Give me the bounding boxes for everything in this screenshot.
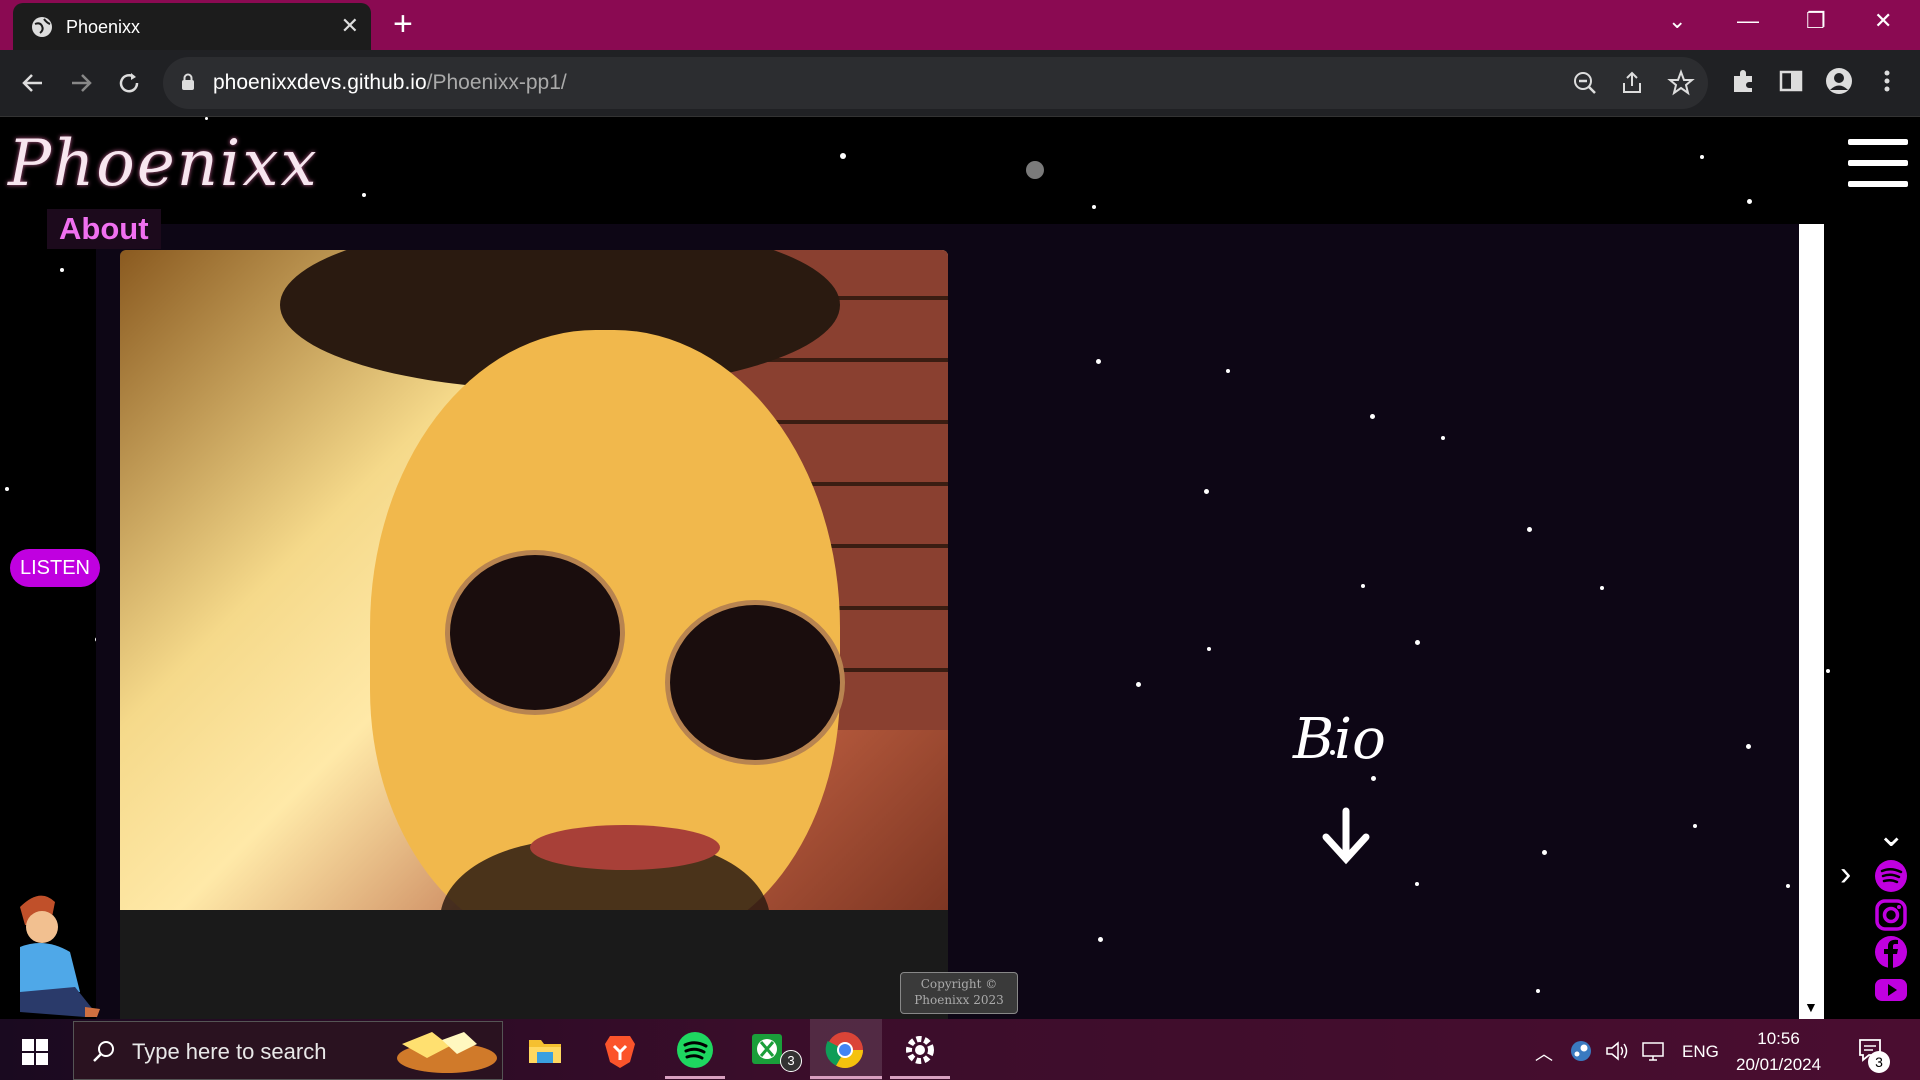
spotify-app-icon[interactable] (675, 1030, 715, 1070)
star (1746, 744, 1751, 749)
youtube-icon[interactable] (1874, 973, 1908, 1007)
instagram-icon[interactable] (1874, 898, 1908, 932)
taskbar-search-box[interactable]: Type here to search (73, 1021, 503, 1080)
star (1204, 489, 1209, 494)
about-section-tab[interactable]: About (47, 209, 161, 249)
forward-icon[interactable] (66, 68, 96, 98)
profile-icon[interactable] (1824, 66, 1854, 96)
star (1415, 640, 1420, 645)
facebook-icon[interactable] (1874, 935, 1908, 969)
globe-icon (32, 17, 52, 37)
back-icon[interactable] (18, 68, 48, 98)
scroll-down-arrow-icon[interactable]: ▼ (1804, 999, 1818, 1015)
minimize-button[interactable]: — (1737, 8, 1759, 34)
settings-running-indicator (890, 1076, 950, 1079)
star (1092, 205, 1096, 209)
star (1747, 199, 1752, 204)
page-viewport: Phoenixx About ▼ Bio LISTEN Copyright © … (0, 117, 1920, 1019)
star (362, 193, 366, 197)
star (1600, 586, 1604, 590)
bio-heading: Bio (1293, 707, 1386, 772)
close-window-button[interactable]: ✕ (1874, 8, 1892, 34)
star (1826, 669, 1830, 673)
star (1536, 989, 1540, 993)
spotify-running-indicator (665, 1076, 725, 1079)
new-tab-button[interactable]: + (393, 7, 413, 41)
windows-start-icon[interactable] (22, 1039, 48, 1065)
clock-time: 10:56 (1757, 1029, 1800, 1048)
star (1096, 359, 1101, 364)
star (5, 487, 9, 491)
site-logo[interactable]: Phoenixx (8, 127, 319, 201)
steam-icon[interactable] (1570, 1040, 1592, 1062)
avatar-illustration (20, 895, 100, 1017)
tab-search-icon[interactable]: ⌄ (1668, 8, 1686, 34)
star (1415, 882, 1419, 886)
panel-scrollbar[interactable] (1799, 224, 1824, 1019)
chrome-running-indicator (810, 1076, 882, 1079)
star (1527, 527, 1532, 532)
clock-date: 20/01/2024 (1736, 1055, 1822, 1074)
chrome-app-icon[interactable] (825, 1030, 865, 1070)
system-clock[interactable]: 10:56 20/01/2024 (1736, 1026, 1821, 1078)
chevron-down-icon[interactable]: ⌄ (1877, 815, 1906, 855)
input-language[interactable]: ENG (1682, 1042, 1719, 1062)
restore-button[interactable]: ❐ (1806, 8, 1826, 34)
star (1700, 155, 1704, 159)
star (840, 153, 846, 159)
notification-badge: 3 (1868, 1051, 1890, 1073)
star (1098, 937, 1103, 942)
browser-tab-strip: Phoenixx ✕ + ⌄ — ❐ ✕ (0, 0, 1920, 50)
brave-browser-icon[interactable] (600, 1030, 640, 1070)
star (1542, 850, 1547, 855)
star (1207, 647, 1211, 651)
share-icon[interactable] (1619, 69, 1647, 97)
star (1441, 436, 1445, 440)
moon-dot (1026, 161, 1044, 179)
file-explorer-icon[interactable] (525, 1030, 565, 1070)
copyright-line-1: Copyright © (920, 977, 998, 991)
down-arrow-icon[interactable] (1318, 807, 1374, 867)
star (1226, 369, 1230, 373)
listen-button[interactable]: LISTEN (10, 549, 100, 587)
profile-photo (120, 250, 948, 1019)
star (1136, 682, 1141, 687)
star (1693, 824, 1697, 828)
network-icon[interactable] (1641, 1040, 1667, 1062)
url-host: phoenixxdevs.github.io (213, 71, 427, 94)
star (1361, 584, 1365, 588)
bookmark-star-icon[interactable] (1667, 69, 1695, 97)
browser-tab[interactable]: Phoenixx ✕ (13, 3, 371, 50)
copyright-badge: Copyright © Phoenixx 2023 (900, 972, 1018, 1014)
search-placeholder: Type here to search (132, 1039, 327, 1064)
lock-icon (182, 73, 194, 90)
browser-menu-icon[interactable] (1872, 66, 1902, 96)
spotify-icon[interactable] (1874, 859, 1908, 893)
star (1786, 884, 1790, 888)
star (205, 117, 208, 120)
zoom-out-icon[interactable] (1571, 69, 1599, 97)
search-icon (93, 1041, 114, 1062)
tab-close-icon[interactable]: ✕ (341, 13, 359, 39)
url-text: phoenixxdevs.github.io/Phoenixx-pp1/ (213, 71, 567, 95)
extensions-icon[interactable] (1728, 66, 1758, 96)
settings-gear-icon[interactable] (900, 1030, 940, 1070)
chevron-right-icon[interactable]: › (1840, 855, 1851, 894)
copyright-line-2: Phoenixx 2023 (914, 993, 1004, 1007)
star (1371, 776, 1376, 781)
tab-title: Phoenixx (66, 17, 141, 37)
xbox-badge: 3 (780, 1050, 802, 1072)
side-panel-icon[interactable] (1776, 66, 1806, 96)
hamburger-menu-icon[interactable] (1848, 139, 1908, 195)
star (60, 268, 64, 272)
url-path: /Phoenixx-pp1/ (426, 71, 567, 94)
show-hidden-icons-chevron-icon[interactable]: ︿ (1535, 1040, 1553, 1066)
address-bar[interactable]: phoenixxdevs.github.io/Phoenixx-pp1/ (163, 57, 1708, 109)
reload-icon[interactable] (114, 68, 144, 98)
search-highlight-illustration (397, 1032, 497, 1073)
star (1370, 414, 1375, 419)
speaker-icon[interactable] (1605, 1040, 1629, 1062)
